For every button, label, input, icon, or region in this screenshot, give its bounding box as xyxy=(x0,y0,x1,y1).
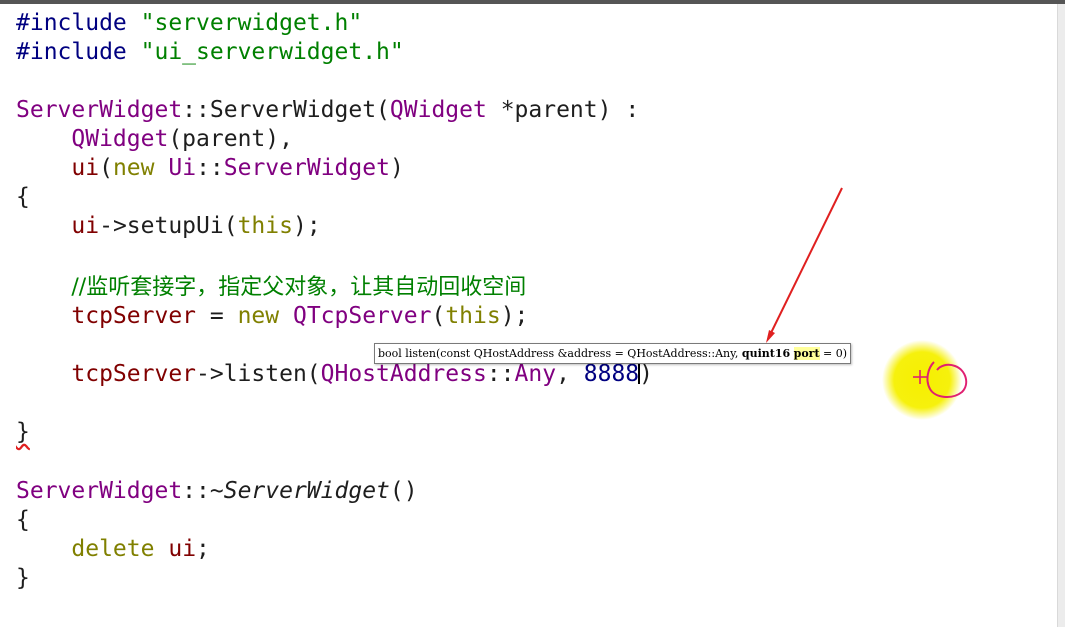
code-line-1: #include "serverwidget.h" xyxy=(16,9,362,38)
close-brace: } xyxy=(16,565,30,591)
paren: ( xyxy=(99,155,113,181)
keyword-new: new xyxy=(112,155,155,181)
class-name: QHostAddress xyxy=(320,361,487,387)
include-path: "ui_serverwidget.h" xyxy=(140,39,404,65)
scope-operator: :: xyxy=(182,97,210,123)
vertical-scrollbar[interactable] xyxy=(1057,4,1065,627)
call-end: ); xyxy=(500,303,529,329)
member-tcpserver: tcpServer xyxy=(71,303,197,329)
code-line-2: #include "ui_serverwidget.h" xyxy=(16,38,404,67)
code-line-7: { xyxy=(16,183,30,212)
scope-operator: :: xyxy=(196,155,224,181)
code-line-11: tcpServer = new QTcpServer(this); xyxy=(16,302,528,331)
method-call: ->setupUi( xyxy=(99,213,238,239)
code-line-6: ui(new Ui::ServerWidget) xyxy=(16,154,404,183)
class-name: ServerWidget xyxy=(223,155,390,181)
class-name: QTcpServer xyxy=(292,303,432,329)
base-args: (parent), xyxy=(168,126,293,152)
paren: ( xyxy=(376,97,390,123)
class-name: ServerWidget xyxy=(16,97,183,123)
scope-operator: ::~ xyxy=(182,478,224,504)
code-line-19: delete ui; xyxy=(16,535,210,564)
destructor-name: ServerWidget xyxy=(223,478,390,504)
code-line-5: QWidget(parent), xyxy=(16,125,293,154)
member-ui: ui xyxy=(71,213,100,239)
comment: //监听套接字，指定父对象，让其自动回收空间 xyxy=(71,275,527,300)
comma: , xyxy=(556,361,584,387)
paren: ( xyxy=(431,303,446,329)
paren: ) xyxy=(389,155,404,181)
scope-operator: :: xyxy=(486,361,515,387)
tooltip-current-param: port xyxy=(793,347,820,360)
member-ui: ui xyxy=(71,155,100,181)
include-directive: #include xyxy=(16,10,127,36)
call-end: ); xyxy=(292,213,321,239)
param-type: QWidget xyxy=(389,97,487,123)
port-number: 8888 xyxy=(583,361,640,387)
code-line-4: ServerWidget::ServerWidget(QWidget *pare… xyxy=(16,96,639,125)
base-class: QWidget xyxy=(71,126,169,152)
code-line-8: ui->setupUi(this); xyxy=(16,212,321,241)
param-rest: *parent) : xyxy=(486,97,640,123)
parens: () xyxy=(389,478,418,504)
keyword-delete: delete xyxy=(71,536,155,562)
code-line-13: tcpServer->listen(QHostAddress::Any, 888… xyxy=(16,360,653,389)
member-ui: ui xyxy=(168,536,197,562)
method-call: ->listen( xyxy=(196,361,321,387)
tooltip-signature-end: = 0) xyxy=(819,347,848,360)
member-tcpserver: tcpServer xyxy=(71,361,197,387)
code-line-15: } xyxy=(16,418,30,447)
function-signature-tooltip: bool listen(const QHostAddress &address … xyxy=(374,343,852,364)
code-line-20: } xyxy=(16,564,30,593)
enum-value: Any xyxy=(514,361,557,387)
semicolon: ; xyxy=(196,536,210,562)
keyword-this: this xyxy=(445,303,501,329)
paren: ) xyxy=(639,361,654,387)
class-name: ServerWidget xyxy=(16,478,183,504)
include-path: "serverwidget.h" xyxy=(140,10,363,36)
keyword-this: this xyxy=(237,213,293,239)
code-line-10: //监听套接字，指定父对象，让其自动回收空间 xyxy=(16,273,526,302)
keyword-new: new xyxy=(237,303,280,329)
include-directive: #include xyxy=(16,39,127,65)
namespace: Ui xyxy=(168,155,197,181)
code-editor[interactable]: #include "serverwidget.h" #include "ui_s… xyxy=(0,4,1057,627)
open-brace: { xyxy=(16,507,30,533)
assign: = xyxy=(196,303,238,329)
tooltip-signature-start: bool listen(const QHostAddress &address … xyxy=(378,347,742,360)
constructor-name: ServerWidget xyxy=(209,97,377,123)
code-line-17: ServerWidget::~ServerWidget() xyxy=(16,477,418,506)
close-brace: } xyxy=(16,419,30,445)
tooltip-param-type: quint16 xyxy=(741,347,791,360)
open-brace: { xyxy=(16,184,30,210)
code-line-18: { xyxy=(16,506,30,535)
